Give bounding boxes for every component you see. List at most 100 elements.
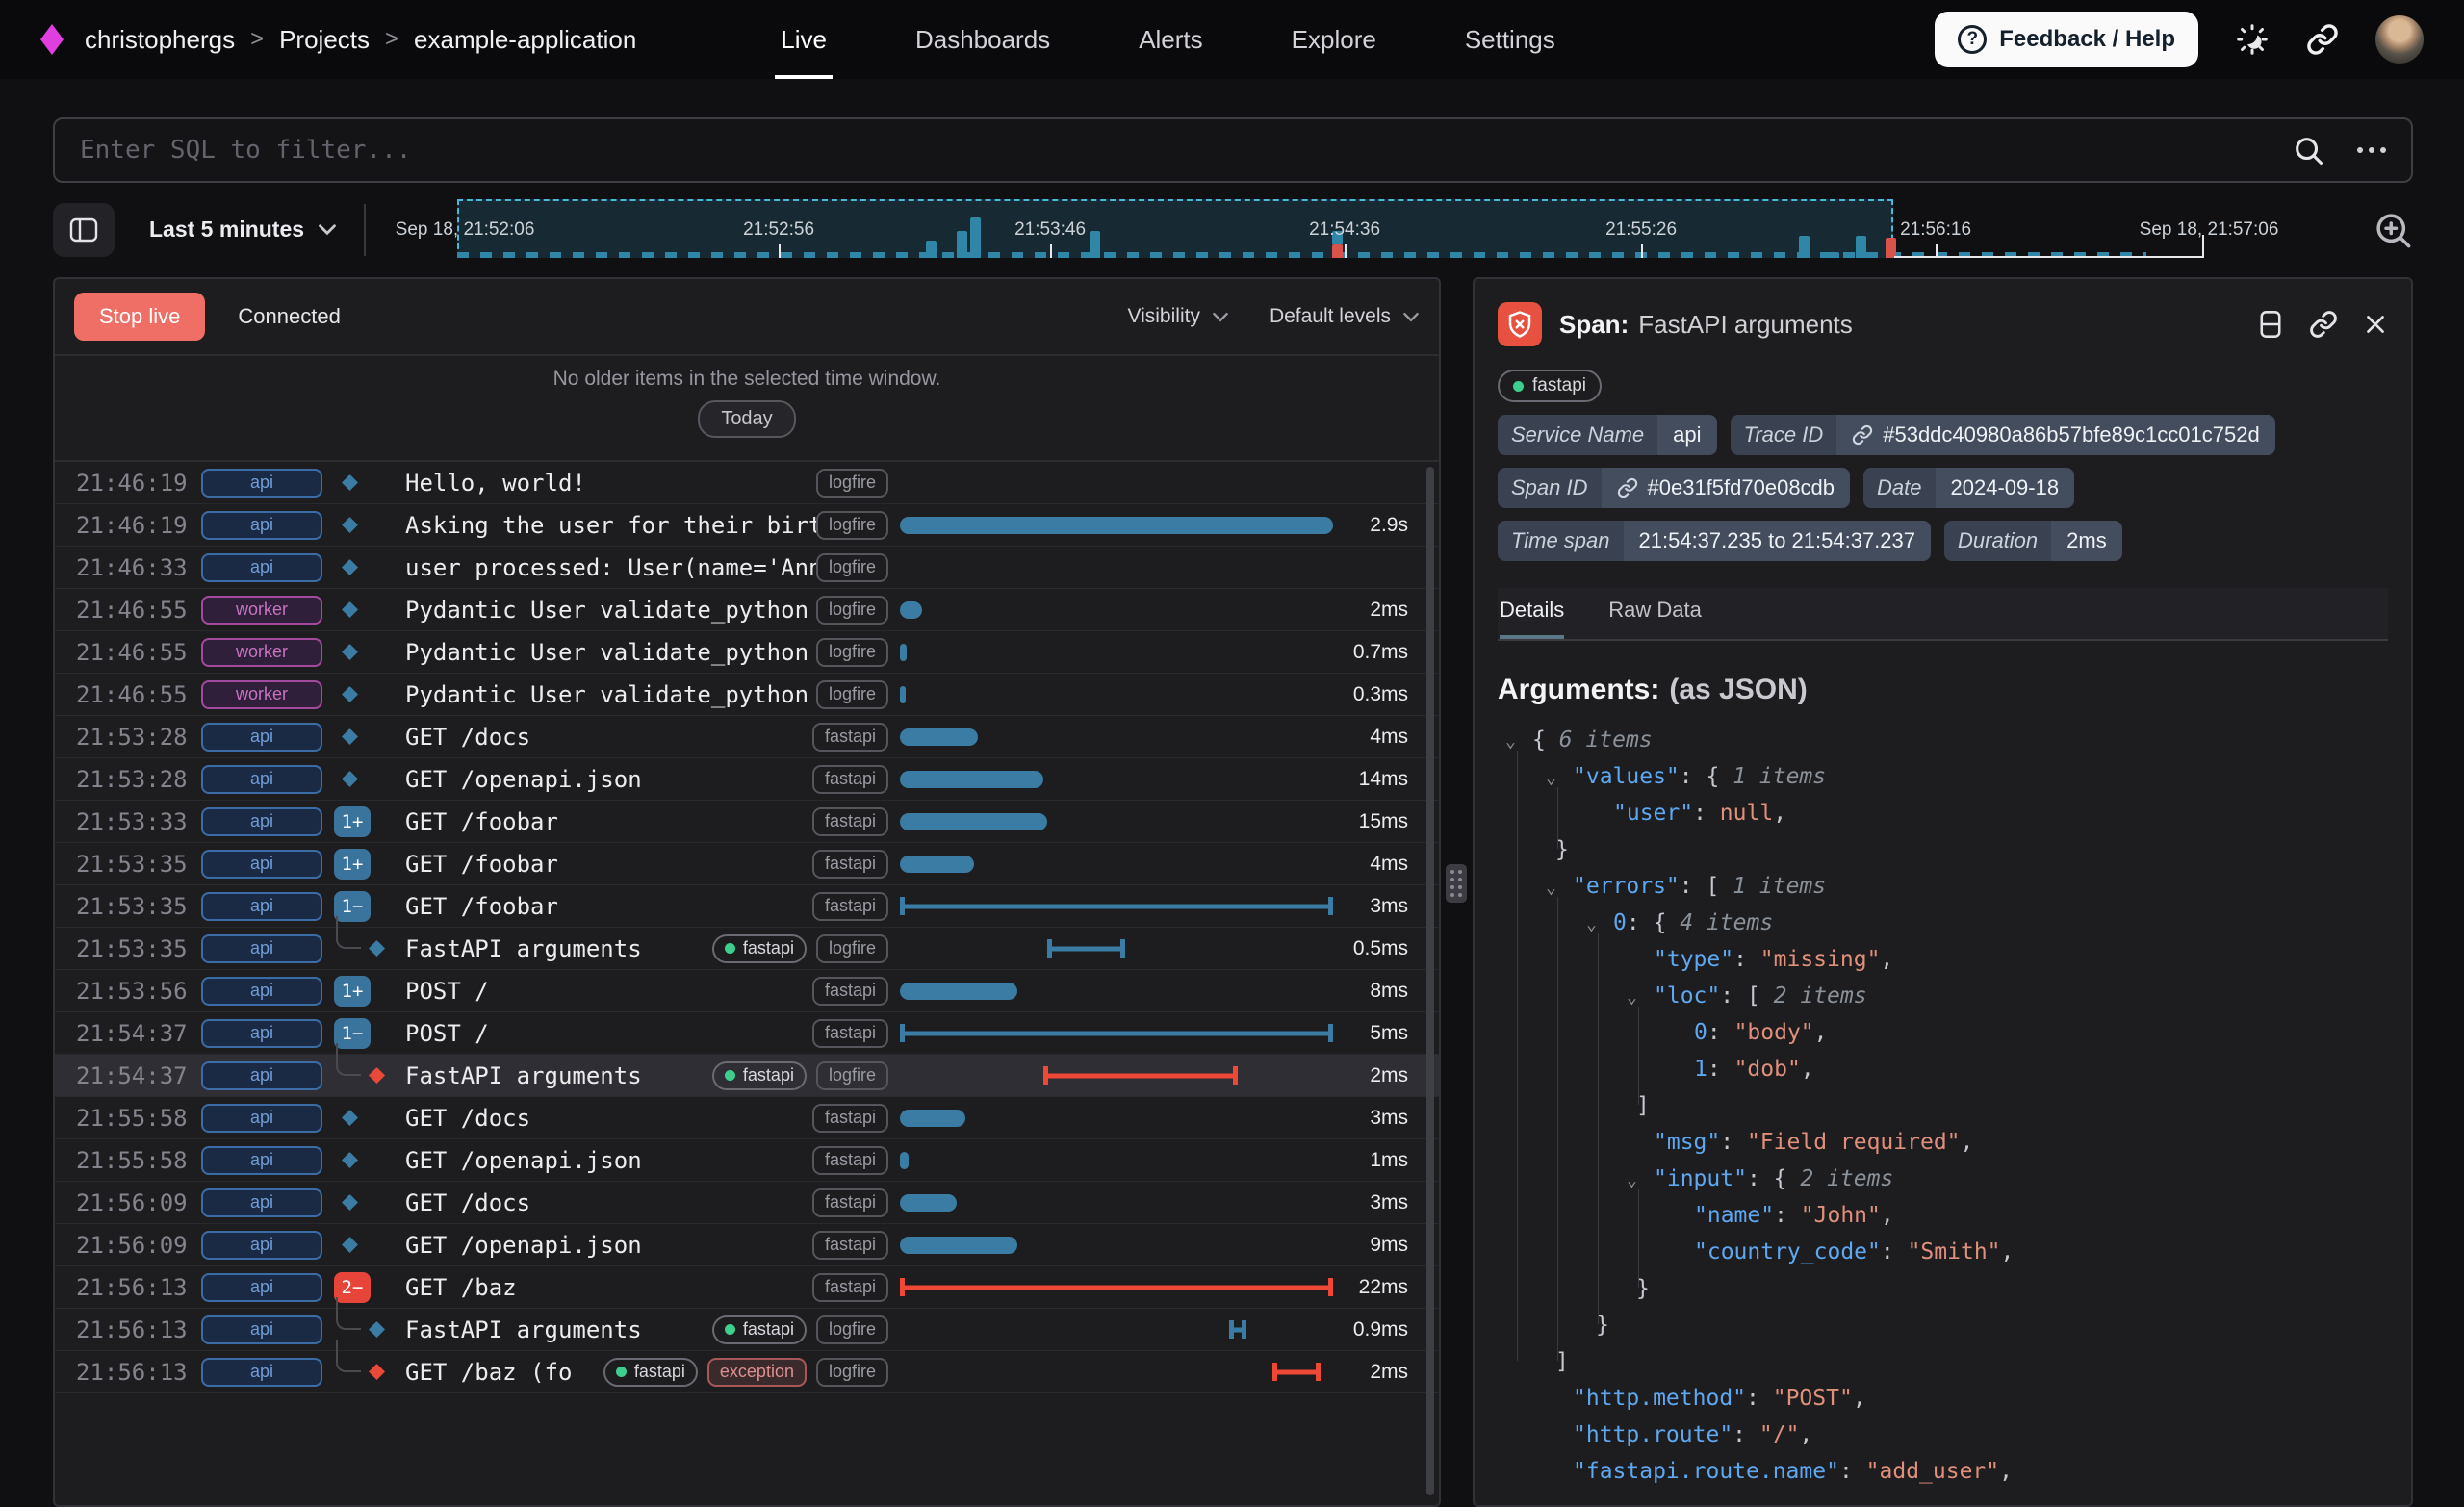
trace-row[interactable]: 21:56:09apiGET /openapi.jsonfastapi9ms <box>55 1224 1439 1266</box>
service-tag-api[interactable]: api <box>201 1104 322 1133</box>
tag-logfire[interactable]: logfire <box>816 469 888 498</box>
close-icon[interactable] <box>2363 312 2388 337</box>
trace-row[interactable]: 21:54:37apiFastAPI argumentsfastapilogfi… <box>55 1055 1439 1097</box>
stop-live-button[interactable]: Stop live <box>74 293 205 341</box>
tag-logfire[interactable]: logfire <box>816 596 888 625</box>
service-tag-api[interactable]: api <box>201 977 322 1006</box>
service-tag-api[interactable]: api <box>201 723 322 752</box>
service-tag-api[interactable]: api <box>201 553 322 582</box>
scrollbar-thumb[interactable] <box>1426 467 1434 1495</box>
tag-fastapi[interactable]: fastapi <box>812 807 888 836</box>
more-menu-icon[interactable] <box>2357 147 2386 153</box>
tag-fastapi[interactable]: fastapi <box>812 1273 888 1302</box>
nav-alerts[interactable]: Alerts <box>1139 0 1202 79</box>
tag-fastapi[interactable]: fastapi <box>812 1146 888 1175</box>
service-tag-api[interactable]: api <box>201 1358 322 1387</box>
tag-fastapi[interactable]: fastapi <box>603 1358 698 1387</box>
meta-value[interactable]: #53ddc40980a86b57bfe89c1cc01c752d <box>1836 415 2274 455</box>
trace-row[interactable]: 21:53:33api1+GET /foobarfastapi15ms <box>55 801 1439 843</box>
default-levels-dropdown[interactable]: Default levels <box>1270 305 1420 328</box>
trace-row[interactable]: 21:56:09apiGET /docsfastapi3ms <box>55 1182 1439 1224</box>
trace-row[interactable]: 21:53:28apiGET /openapi.jsonfastapi14ms <box>55 758 1439 801</box>
trace-row[interactable]: 21:53:35api1−GET /foobarfastapi3ms <box>55 885 1439 928</box>
trace-row[interactable]: 21:56:13apiGET /baz (fofastapiexceptionl… <box>55 1351 1439 1393</box>
service-tag-api[interactable]: api <box>201 850 322 879</box>
tag-fastapi[interactable]: fastapi <box>812 850 888 879</box>
tag-exception[interactable]: exception <box>707 1358 807 1387</box>
tag-fastapi[interactable]: fastapi <box>812 1019 888 1048</box>
link-icon[interactable] <box>1852 424 1873 446</box>
trace-row[interactable]: 21:53:56api1+POST /fastapi8ms <box>55 970 1439 1012</box>
service-tag-api[interactable]: api <box>201 1273 322 1302</box>
search-icon[interactable] <box>2292 134 2324 166</box>
fastapi-tag[interactable]: fastapi <box>1498 370 1602 402</box>
nav-dashboards[interactable]: Dashboards <box>915 0 1050 79</box>
tag-fastapi[interactable]: fastapi <box>712 934 807 963</box>
tag-logfire[interactable]: logfire <box>816 638 888 667</box>
logfire-logo-icon[interactable] <box>40 24 64 55</box>
dock-panel-icon[interactable] <box>2257 310 2284 339</box>
service-tag-api[interactable]: api <box>201 1231 322 1260</box>
service-tag-worker[interactable]: worker <box>201 638 322 667</box>
tag-logfire[interactable]: logfire <box>816 1061 888 1090</box>
user-avatar[interactable] <box>2375 15 2424 64</box>
tab-raw-data[interactable]: Raw Data <box>1608 598 1702 639</box>
trace-row[interactable]: 21:55:58apiGET /openapi.jsonfastapi1ms <box>55 1139 1439 1182</box>
tag-fastapi[interactable]: fastapi <box>812 1104 888 1133</box>
service-tag-api[interactable]: api <box>201 934 322 963</box>
service-tag-api[interactable]: api <box>201 511 322 540</box>
tag-logfire[interactable]: logfire <box>816 1315 888 1344</box>
sql-filter-input[interactable] <box>80 136 2292 165</box>
time-range-selector[interactable]: Last 5 minutes <box>149 217 337 243</box>
today-button[interactable]: Today <box>698 400 795 438</box>
service-tag-worker[interactable]: worker <box>201 596 322 625</box>
service-tag-api[interactable]: api <box>201 1315 322 1344</box>
tag-fastapi[interactable]: fastapi <box>712 1061 807 1090</box>
collapse-caret-icon[interactable]: ⌄ <box>1505 724 1532 760</box>
tag-logfire[interactable]: logfire <box>816 1358 888 1387</box>
tag-logfire[interactable]: logfire <box>816 934 888 963</box>
expand-badge[interactable]: 1+ <box>334 806 371 837</box>
trace-row[interactable]: 21:46:55workerPydantic User validate_pyt… <box>55 674 1439 716</box>
trace-row[interactable]: 21:46:55workerPydantic User validate_pyt… <box>55 589 1439 631</box>
service-tag-api[interactable]: api <box>201 1146 322 1175</box>
service-tag-worker[interactable]: worker <box>201 680 322 709</box>
service-tag-api[interactable]: api <box>201 1188 322 1217</box>
timeline-selection[interactable] <box>457 199 1893 258</box>
expand-badge[interactable]: 1+ <box>334 976 371 1007</box>
trace-row[interactable]: 21:53:28apiGET /docsfastapi4ms <box>55 716 1439 758</box>
panel-splitter-handle[interactable] <box>1446 864 1467 903</box>
tag-fastapi[interactable]: fastapi <box>712 1315 807 1344</box>
nav-settings[interactable]: Settings <box>1465 0 1555 79</box>
tag-logfire[interactable]: logfire <box>816 511 888 540</box>
trace-row[interactable]: 21:46:55workerPydantic User validate_pyt… <box>55 631 1439 674</box>
collapse-caret-icon[interactable]: ⌄ <box>1546 870 1573 907</box>
trace-row[interactable]: 21:53:35apiFastAPI argumentsfastapilogfi… <box>55 928 1439 970</box>
trace-row[interactable]: 21:56:13apiFastAPI argumentsfastapilogfi… <box>55 1309 1439 1351</box>
theme-toggle-icon[interactable] <box>2235 22 2270 57</box>
tag-fastapi[interactable]: fastapi <box>812 892 888 921</box>
timeline[interactable]: Sep 18, 21:52:0621:52:5621:53:4621:54:36… <box>393 197 2351 262</box>
service-tag-api[interactable]: api <box>201 765 322 794</box>
collapse-caret-icon[interactable]: ⌄ <box>1546 760 1573 797</box>
trace-row[interactable]: 21:46:33apiuser processed: User(name='An… <box>55 547 1439 589</box>
copy-link-icon[interactable] <box>2309 310 2338 339</box>
zoom-in-icon[interactable] <box>2373 210 2413 250</box>
share-link-icon[interactable] <box>2306 23 2339 56</box>
sidebar-toggle-button[interactable] <box>53 203 115 257</box>
breadcrumb-org[interactable]: christophergs <box>85 25 235 55</box>
trace-row[interactable]: 21:56:13api2−GET /bazfastapi22ms <box>55 1266 1439 1309</box>
meta-value[interactable]: #0e31f5fd70e08cdb <box>1602 468 1851 508</box>
trace-row[interactable]: 21:54:37api1−POST /fastapi5ms <box>55 1012 1439 1055</box>
trace-row[interactable]: 21:55:58apiGET /docsfastapi3ms <box>55 1097 1439 1139</box>
service-tag-api[interactable]: api <box>201 1061 322 1090</box>
tag-logfire[interactable]: logfire <box>816 553 888 582</box>
service-tag-api[interactable]: api <box>201 469 322 498</box>
tag-fastapi[interactable]: fastapi <box>812 723 888 752</box>
service-tag-api[interactable]: api <box>201 892 322 921</box>
tag-fastapi[interactable]: fastapi <box>812 1231 888 1260</box>
tag-logfire[interactable]: logfire <box>816 680 888 709</box>
service-tag-api[interactable]: api <box>201 807 322 836</box>
breadcrumb-section[interactable]: Projects <box>279 25 370 55</box>
feedback-help-button[interactable]: ? Feedback / Help <box>1935 12 2198 67</box>
